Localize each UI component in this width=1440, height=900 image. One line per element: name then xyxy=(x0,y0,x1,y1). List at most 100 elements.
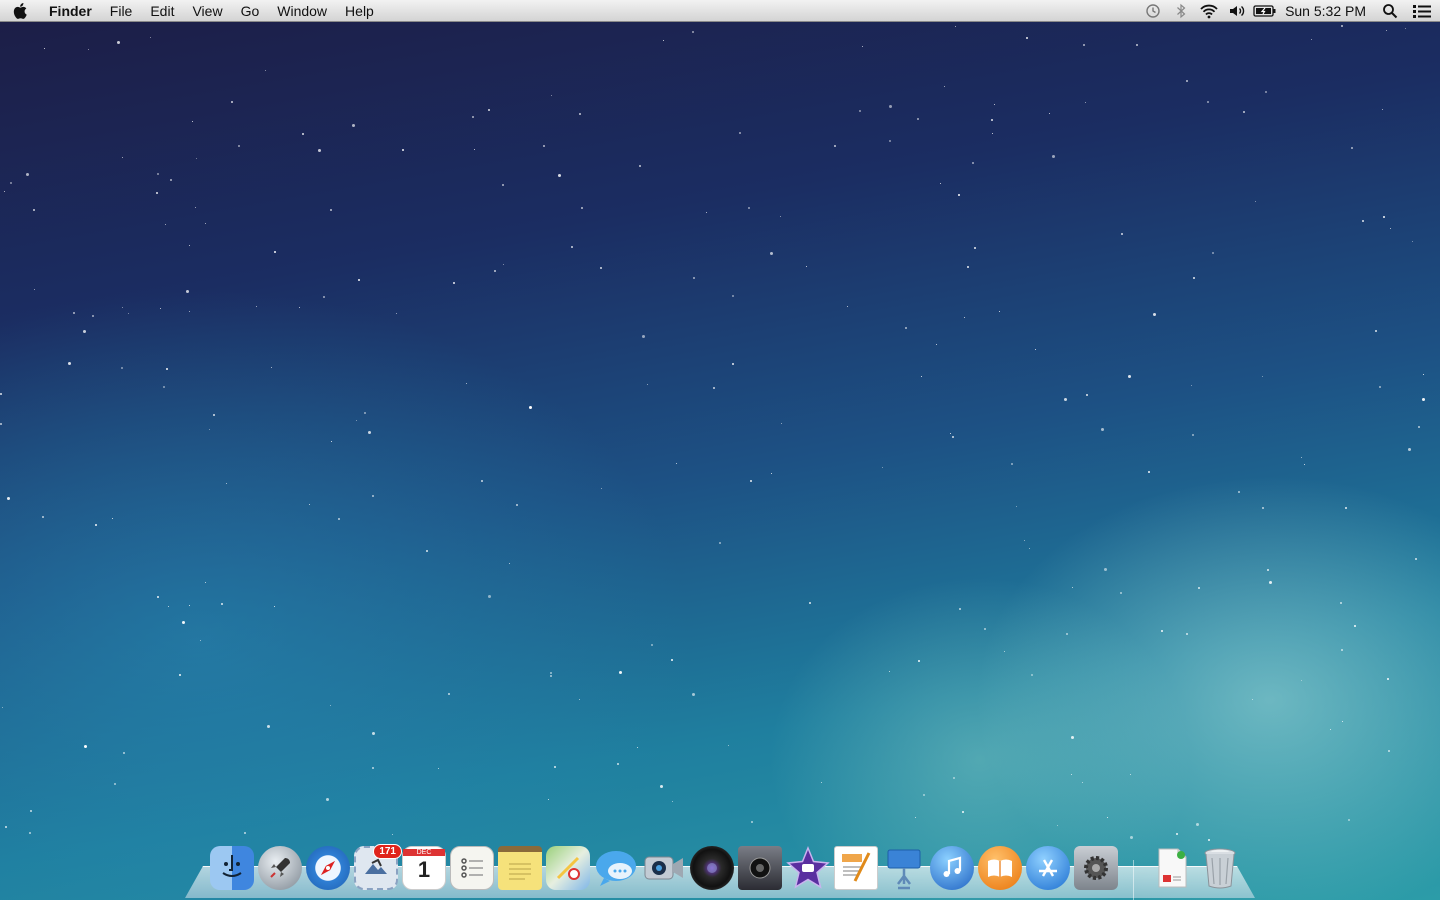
battery-icon[interactable] xyxy=(1251,0,1279,22)
star xyxy=(1342,721,1343,722)
star xyxy=(0,423,2,425)
starfield-wallpaper xyxy=(0,0,1440,900)
star xyxy=(750,480,752,482)
keynote-icon[interactable] xyxy=(882,846,926,890)
star xyxy=(550,672,552,674)
bluetooth-icon[interactable] xyxy=(1167,0,1195,22)
document-icon[interactable] xyxy=(1150,846,1194,890)
star xyxy=(1341,649,1343,651)
wifi-icon[interactable] xyxy=(1195,0,1223,22)
facetime-camera-icon[interactable] xyxy=(642,846,686,890)
star xyxy=(88,49,89,50)
imovie-star-icon[interactable] xyxy=(786,846,830,890)
star xyxy=(984,628,986,630)
menu-go[interactable]: Go xyxy=(232,0,269,22)
spotlight-icon[interactable] xyxy=(1376,0,1404,22)
star xyxy=(889,671,890,672)
star xyxy=(299,307,300,308)
photo-booth-icon[interactable] xyxy=(690,846,734,890)
app-store-icon[interactable] xyxy=(1026,846,1070,890)
star xyxy=(994,104,995,105)
itunes-note-icon[interactable] xyxy=(930,846,974,890)
star xyxy=(558,174,561,177)
star xyxy=(472,116,474,118)
star xyxy=(474,149,475,150)
star xyxy=(1026,37,1028,39)
star xyxy=(7,497,10,500)
time-machine-icon[interactable] xyxy=(1139,0,1167,22)
star xyxy=(1198,587,1200,589)
calendar-icon[interactable]: DEC 1 xyxy=(402,846,446,890)
mail-stamp-icon[interactable]: 171 xyxy=(354,844,402,890)
ibooks-icon[interactable] xyxy=(978,846,1022,890)
launchpad-rocket-icon[interactable] xyxy=(258,846,302,890)
maps-icon[interactable] xyxy=(546,846,590,890)
notification-center-icon[interactable] xyxy=(1404,0,1440,22)
star xyxy=(267,725,270,728)
star xyxy=(571,246,573,248)
menu-view[interactable]: View xyxy=(183,0,231,22)
menu-window[interactable]: Window xyxy=(268,0,336,22)
menu-file[interactable]: File xyxy=(101,0,142,22)
star xyxy=(205,582,206,583)
star xyxy=(356,420,357,421)
menu-edit[interactable]: Edit xyxy=(141,0,183,22)
menu-app-finder[interactable]: Finder xyxy=(40,0,101,22)
logic-icon[interactable] xyxy=(738,846,782,890)
star xyxy=(921,376,922,377)
star xyxy=(952,436,954,438)
star xyxy=(529,406,532,409)
star xyxy=(213,414,215,416)
star xyxy=(466,383,467,384)
star xyxy=(1130,774,1131,775)
menu-clock[interactable]: Sun 5:32 PM xyxy=(1279,3,1376,19)
apple-icon[interactable] xyxy=(0,0,40,22)
star xyxy=(44,48,45,49)
star xyxy=(160,308,161,309)
star xyxy=(637,747,638,748)
notes-icon[interactable] xyxy=(498,846,542,890)
star xyxy=(189,245,190,246)
star xyxy=(955,26,956,27)
star xyxy=(781,423,782,424)
star xyxy=(157,173,159,175)
trash-icon[interactable] xyxy=(1198,846,1242,890)
messages-bubble-icon[interactable] xyxy=(594,846,638,890)
star xyxy=(859,110,861,112)
star xyxy=(358,279,360,281)
star xyxy=(1024,540,1025,541)
star xyxy=(1345,507,1347,509)
reminders-icon[interactable] xyxy=(450,846,494,890)
star xyxy=(396,313,397,314)
star xyxy=(692,693,695,696)
star xyxy=(1340,602,1342,604)
star xyxy=(1057,825,1058,826)
volume-icon[interactable] xyxy=(1223,0,1251,22)
star xyxy=(706,212,707,213)
star xyxy=(92,315,94,317)
star xyxy=(30,810,32,812)
star xyxy=(330,705,331,706)
safari-compass-icon[interactable] xyxy=(306,846,350,890)
system-preferences-gear-icon[interactable] xyxy=(1074,846,1118,890)
star xyxy=(84,745,87,748)
star xyxy=(1255,201,1256,202)
star xyxy=(551,95,552,96)
star xyxy=(42,516,44,518)
star xyxy=(1192,434,1194,436)
star xyxy=(189,605,190,606)
star xyxy=(713,387,715,389)
star xyxy=(1348,819,1350,821)
menu-help[interactable]: Help xyxy=(336,0,383,22)
star xyxy=(1176,833,1178,835)
star xyxy=(26,173,29,176)
dock: 171 DEC 1 xyxy=(208,842,1244,900)
finder-icon[interactable] xyxy=(210,846,254,890)
pages-icon[interactable] xyxy=(834,846,878,890)
star xyxy=(1120,592,1122,594)
star xyxy=(1011,463,1013,465)
star xyxy=(809,602,811,604)
star xyxy=(554,766,556,768)
star xyxy=(426,550,428,552)
star xyxy=(318,149,321,152)
